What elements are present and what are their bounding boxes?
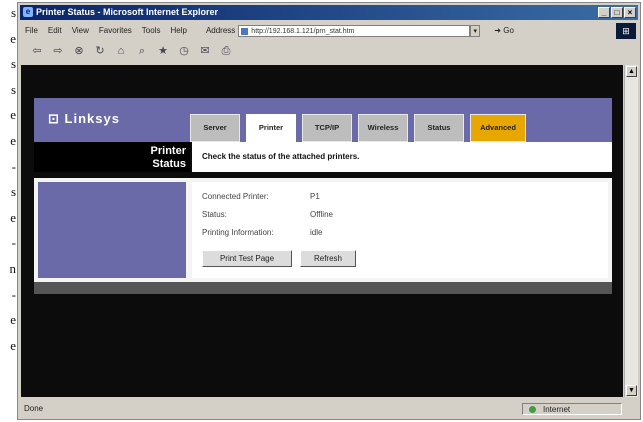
browser-window: e Printer Status - Microsoft Internet Ex…: [17, 2, 641, 420]
connected-printer-value: P1: [310, 192, 320, 201]
doc-letter: e: [10, 107, 16, 123]
tab-advanced[interactable]: Advanced: [470, 114, 526, 142]
tab-printer[interactable]: Printer: [246, 114, 296, 144]
tab-server[interactable]: Server: [190, 114, 240, 142]
mail-icon[interactable]: ✉: [198, 44, 212, 58]
search-icon[interactable]: ⌕: [135, 44, 149, 58]
stop-icon[interactable]: ⊗: [72, 44, 86, 58]
tab-status[interactable]: Status: [414, 114, 464, 142]
page-title-row: Printer Status Check the status of the a…: [34, 142, 612, 172]
tab-tcpip[interactable]: TCP/IP: [302, 114, 352, 142]
footer-bar: [34, 282, 612, 294]
document-margin-text: s e s s e e - s e - n - e e: [0, 0, 17, 422]
vertical-scrollbar[interactable]: ▲ ▼: [624, 65, 638, 397]
tab-bar: Server Printer TCP/IP Wireless Status Ad…: [190, 114, 526, 144]
maximize-button[interactable]: □: [611, 7, 623, 18]
menu-view[interactable]: View: [72, 22, 89, 40]
scroll-up-icon[interactable]: ▲: [626, 66, 637, 77]
go-button[interactable]: ➜ Go: [494, 22, 514, 40]
status-bar: Done Internet: [20, 401, 638, 417]
menu-file[interactable]: File: [25, 22, 38, 40]
back-icon[interactable]: ⇦: [30, 44, 44, 58]
status-panel: Connected Printer: P1 Status: Offline Pr…: [34, 178, 612, 282]
address-dropdown-button[interactable]: ▾: [470, 25, 481, 37]
doc-letter: s: [10, 5, 16, 20]
side-panel: [38, 182, 186, 278]
status-label: Status:: [202, 210, 227, 219]
minimize-button[interactable]: _: [598, 7, 610, 18]
doc-letter: -: [11, 286, 16, 302]
doc-letter: s: [10, 81, 16, 97]
doc-letter: -: [11, 158, 16, 174]
linksys-header: ⊡ Linksys Server Printer TCP/IP Wireless…: [34, 98, 612, 144]
zone-label: Internet: [543, 405, 571, 414]
page-title: Printer Status: [34, 142, 190, 172]
refresh-button[interactable]: Refresh: [300, 250, 356, 267]
address-text: http://192.168.1.121/prn_stat.htm: [251, 28, 355, 35]
status-content: Connected Printer: P1 Status: Offline Pr…: [192, 182, 608, 278]
doc-letter: s: [10, 184, 16, 200]
address-label: Address: [205, 26, 236, 35]
status-value: Offline: [310, 210, 333, 219]
printing-info-value: idle: [310, 228, 323, 237]
page-title-line1: Printer: [150, 145, 186, 157]
title-bar[interactable]: e Printer Status - Microsoft Internet Ex…: [20, 5, 638, 20]
menu-tools[interactable]: Tools: [142, 22, 161, 40]
doc-letter: -: [11, 235, 16, 251]
refresh-icon[interactable]: ↻: [93, 44, 107, 58]
printing-info-label: Printing Information:: [202, 228, 274, 237]
window-title: Printer Status - Microsoft Internet Expl…: [36, 7, 219, 17]
history-icon[interactable]: ◷: [177, 44, 191, 58]
ie-icon: e: [23, 7, 33, 17]
doc-letter: e: [10, 312, 16, 328]
globe-icon: [529, 406, 536, 413]
print-test-page-button[interactable]: Print Test Page: [202, 250, 292, 267]
security-zone: Internet: [522, 403, 622, 415]
connected-printer-label: Connected Printer:: [202, 192, 269, 201]
menu-favorites[interactable]: Favorites: [99, 22, 132, 40]
doc-letter: n: [9, 260, 17, 276]
address-bar-input[interactable]: http://192.168.1.121/prn_stat.htm: [238, 25, 471, 37]
doc-letter: e: [10, 337, 16, 353]
brand-name: Linksys: [64, 111, 120, 126]
menu-bar: File Edit View Favorites Tools Help Addr…: [20, 22, 638, 40]
page-description: Check the status of the attached printer…: [192, 142, 612, 172]
scroll-down-icon[interactable]: ▼: [626, 385, 637, 396]
doc-letter: e: [10, 30, 16, 46]
doc-letter: s: [10, 56, 16, 72]
print-icon[interactable]: ⎙: [219, 44, 233, 58]
linksys-logo: ⊡ Linksys: [48, 111, 120, 126]
doc-letter: e: [10, 209, 16, 225]
close-button[interactable]: ×: [624, 7, 636, 18]
menu-help[interactable]: Help: [170, 22, 186, 40]
go-label: Go: [503, 26, 514, 35]
doc-letter: e: [10, 132, 16, 148]
page-viewport: ⊡ Linksys Server Printer TCP/IP Wireless…: [21, 65, 623, 397]
home-icon[interactable]: ⌂: [114, 44, 128, 58]
menu-edit[interactable]: Edit: [48, 22, 62, 40]
toolbar: ⇦ ⇨ ⊗ ↻ ⌂ ⌕ ★ ◷ ✉ ⎙: [20, 41, 638, 61]
tab-wireless[interactable]: Wireless: [358, 114, 408, 142]
page-title-line2: Status: [152, 158, 186, 170]
forward-icon[interactable]: ⇨: [51, 44, 65, 58]
status-text: Done: [24, 404, 44, 413]
favorites-icon[interactable]: ★: [156, 44, 170, 58]
page-icon: [241, 28, 249, 35]
windows-logo-icon: ⊞: [616, 23, 636, 39]
